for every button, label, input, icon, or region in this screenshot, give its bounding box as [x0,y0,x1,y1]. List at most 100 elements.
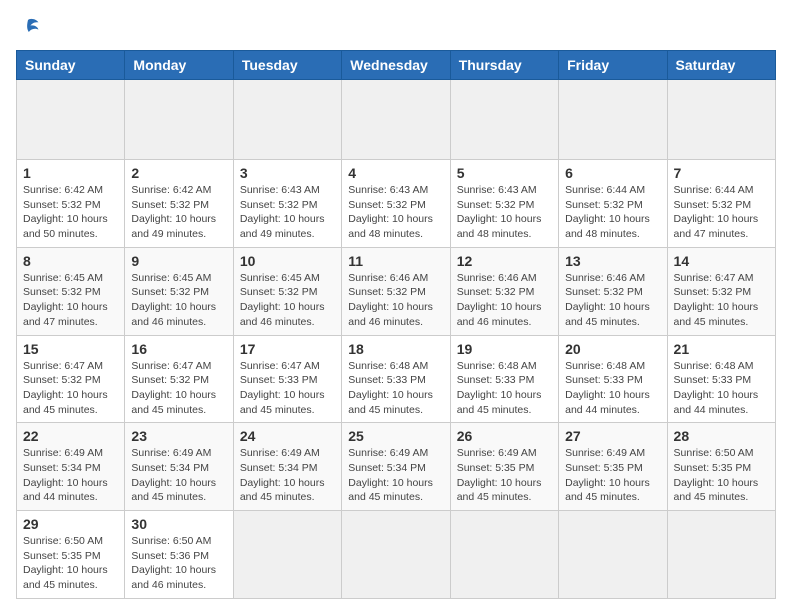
day-number: 23 [131,428,226,444]
day-number: 16 [131,341,226,357]
calendar-cell [233,511,341,599]
calendar-cell: 5Sunrise: 6:43 AM Sunset: 5:32 PM Daylig… [450,160,558,248]
calendar-cell: 4 Sunrise: 6:43 AM Sunset: 5:32 PM Daylig… [342,160,450,248]
cell-info: Sunrise: 6:46 AM Sunset: 5:32 PM Dayligh… [565,271,660,330]
calendar-cell: 18 Sunrise: 6:48 AM Sunset: 5:33 PM Dayli… [342,335,450,423]
calendar-cell [450,511,558,599]
calendar-cell: 22Sunrise: 6:49 AM Sunset: 5:34 PM Dayli… [17,423,125,511]
day-number: 21 [674,341,769,357]
calendar-cell [17,80,125,160]
cell-info: Sunrise: 6:45 AM Sunset: 5:32 PM Dayligh… [240,271,335,330]
day-number: 8 [23,253,118,269]
calendar-cell: 3 Sunrise: 6:43 AM Sunset: 5:32 PM Daylig… [233,160,341,248]
cell-info: Sunrise: 6:48 AM Sunset: 5:33 PM Dayligh… [348,359,443,418]
cell-info: Sunrise: 6:49 AM Sunset: 5:34 PM Dayligh… [23,446,118,505]
cell-info: Sunrise: 6:42 AM Sunset: 5:32 PM Dayligh… [23,183,118,242]
day-number: 3 [240,165,335,181]
day-number: 29 [23,516,118,532]
day-number: 26 [457,428,552,444]
cell-info: Sunrise: 6:47 AM Sunset: 5:32 PM Dayligh… [131,359,226,418]
calendar-cell [342,80,450,160]
calendar-cell: 19Sunrise: 6:48 AM Sunset: 5:33 PM Dayli… [450,335,558,423]
cell-info: Sunrise: 6:50 AM Sunset: 5:36 PM Dayligh… [131,534,226,593]
cell-info: Sunrise: 6:49 AM Sunset: 5:34 PM Dayligh… [240,446,335,505]
calendar-cell: 29Sunrise: 6:50 AM Sunset: 5:35 PM Dayli… [17,511,125,599]
day-number: 13 [565,253,660,269]
calendar-cell: 26Sunrise: 6:49 AM Sunset: 5:35 PM Dayli… [450,423,558,511]
calendar-table: SundayMondayTuesdayWednesdayThursdayFrid… [16,50,776,599]
calendar-week-row: 22Sunrise: 6:49 AM Sunset: 5:34 PM Dayli… [17,423,776,511]
cell-info: Sunrise: 6:44 AM Sunset: 5:32 PM Dayligh… [565,183,660,242]
calendar-cell: 13 Sunrise: 6:46 AM Sunset: 5:32 PM Dayli… [559,247,667,335]
cell-info: Sunrise: 6:47 AM Sunset: 5:33 PM Dayligh… [240,359,335,418]
logo [16,16,44,40]
calendar-cell: 1 Sunrise: 6:42 AM Sunset: 5:32 PM Daylig… [17,160,125,248]
day-number: 7 [674,165,769,181]
calendar-cell [667,511,775,599]
day-number: 10 [240,253,335,269]
calendar-cell: 12 Sunrise: 6:46 AM Sunset: 5:32 PM Dayli… [450,247,558,335]
day-number: 1 [23,165,118,181]
calendar-week-row: 1 Sunrise: 6:42 AM Sunset: 5:32 PM Daylig… [17,160,776,248]
calendar-cell: 21 Sunrise: 6:48 AM Sunset: 5:33 PM Dayli… [667,335,775,423]
day-number: 27 [565,428,660,444]
weekday-header-sunday: Sunday [17,51,125,80]
calendar-cell: 11 Sunrise: 6:46 AM Sunset: 5:32 PM Dayli… [342,247,450,335]
day-number: 6 [565,165,660,181]
cell-info: Sunrise: 6:44 AM Sunset: 5:32 PM Dayligh… [674,183,769,242]
calendar-cell: 10 Sunrise: 6:45 AM Sunset: 5:32 PM Dayli… [233,247,341,335]
day-number: 15 [23,341,118,357]
day-number: 12 [457,253,552,269]
calendar-cell: 8Sunrise: 6:45 AM Sunset: 5:32 PM Daylig… [17,247,125,335]
calendar-cell: 27 Sunrise: 6:49 AM Sunset: 5:35 PM Dayli… [559,423,667,511]
cell-info: Sunrise: 6:47 AM Sunset: 5:32 PM Dayligh… [674,271,769,330]
day-number: 11 [348,253,443,269]
calendar-cell: 25 Sunrise: 6:49 AM Sunset: 5:34 PM Dayli… [342,423,450,511]
calendar-cell: 9 Sunrise: 6:45 AM Sunset: 5:32 PM Daylig… [125,247,233,335]
day-number: 17 [240,341,335,357]
day-number: 5 [457,165,552,181]
calendar-week-row: 15 Sunrise: 6:47 AM Sunset: 5:32 PM Dayli… [17,335,776,423]
cell-info: Sunrise: 6:43 AM Sunset: 5:32 PM Dayligh… [348,183,443,242]
cell-info: Sunrise: 6:47 AM Sunset: 5:32 PM Dayligh… [23,359,118,418]
calendar-week-row [17,80,776,160]
calendar-cell: 2Sunrise: 6:42 AM Sunset: 5:32 PM Daylig… [125,160,233,248]
calendar-week-row: 8 Sunrise: 6:45 AM Sunset: 5:32 PM Daylig… [17,247,776,335]
calendar-cell [667,80,775,160]
day-number: 4 [348,165,443,181]
cell-info: Sunrise: 6:45 AM Sunset: 5:32 PM Dayligh… [131,271,226,330]
day-number: 20 [565,341,660,357]
day-number: 9 [131,253,226,269]
calendar-cell [342,511,450,599]
calendar-header [16,16,776,40]
cell-info: Sunrise: 6:49 AM Sunset: 5:34 PM Dayligh… [131,446,226,505]
cell-info: Sunrise: 6:49 AM Sunset: 5:35 PM Dayligh… [565,446,660,505]
cell-info: Sunrise: 6:46 AM Sunset: 5:32 PM Dayligh… [348,271,443,330]
day-number: 30 [131,516,226,532]
calendar-cell: 6 Sunrise: 6:44 AM Sunset: 5:32 PM Daylig… [559,160,667,248]
weekday-header-friday: Friday [559,51,667,80]
cell-info: Sunrise: 6:48 AM Sunset: 5:33 PM Dayligh… [565,359,660,418]
calendar-cell [125,80,233,160]
cell-info: Sunrise: 6:50 AM Sunset: 5:35 PM Dayligh… [674,446,769,505]
weekday-header-tuesday: Tuesday [233,51,341,80]
calendar-cell [450,80,558,160]
calendar-cell: 7 Sunrise: 6:44 AM Sunset: 5:32 PM Daylig… [667,160,775,248]
day-number: 25 [348,428,443,444]
cell-info: Sunrise: 6:49 AM Sunset: 5:34 PM Dayligh… [348,446,443,505]
bird-icon [16,16,40,40]
day-number: 18 [348,341,443,357]
calendar-cell: 17 Sunrise: 6:47 AM Sunset: 5:33 PM Dayli… [233,335,341,423]
calendar-cell [559,511,667,599]
calendar-cell: 14Sunrise: 6:47 AM Sunset: 5:32 PM Dayli… [667,247,775,335]
calendar-cell: 28Sunrise: 6:50 AM Sunset: 5:35 PM Dayli… [667,423,775,511]
cell-info: Sunrise: 6:48 AM Sunset: 5:33 PM Dayligh… [674,359,769,418]
cell-info: Sunrise: 6:46 AM Sunset: 5:32 PM Dayligh… [457,271,552,330]
day-number: 24 [240,428,335,444]
calendar-cell: 15 Sunrise: 6:47 AM Sunset: 5:32 PM Dayli… [17,335,125,423]
weekday-header-thursday: Thursday [450,51,558,80]
weekday-header-wednesday: Wednesday [342,51,450,80]
cell-info: Sunrise: 6:43 AM Sunset: 5:32 PM Dayligh… [240,183,335,242]
calendar-week-row: 29Sunrise: 6:50 AM Sunset: 5:35 PM Dayli… [17,511,776,599]
calendar-cell: 20 Sunrise: 6:48 AM Sunset: 5:33 PM Dayli… [559,335,667,423]
